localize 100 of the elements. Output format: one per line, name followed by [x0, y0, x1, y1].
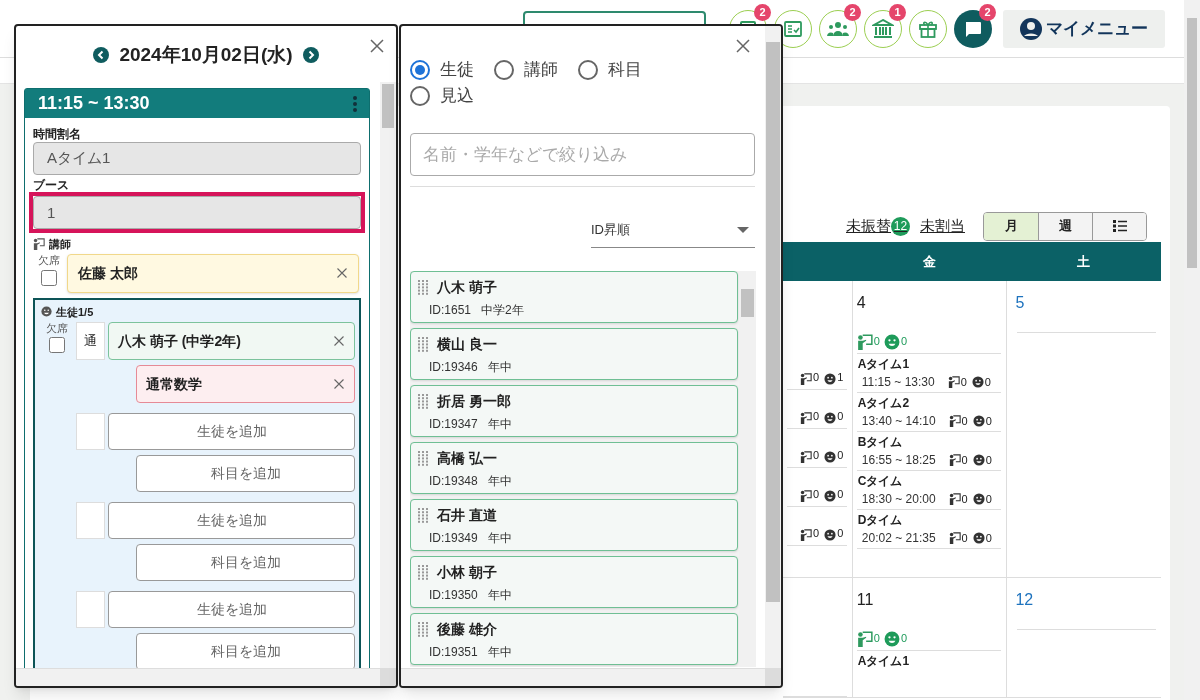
- person-grade: 中学2年: [481, 302, 524, 319]
- list-view-button[interactable]: [1092, 212, 1146, 240]
- person-card[interactable]: 高橋 弘一 ID:19348 年中: [410, 442, 738, 494]
- field-label: ブース: [33, 178, 70, 192]
- count-text: 0: [813, 447, 820, 463]
- remove-icon: [333, 378, 345, 390]
- drag-handle-icon: [418, 337, 429, 352]
- slot-name: Aタイム1: [857, 653, 911, 670]
- chat-button[interactable]: [954, 9, 992, 48]
- radio-option[interactable]: 生徒: [410, 59, 482, 81]
- close-icon: [735, 38, 751, 54]
- previous-day-button[interactable]: [93, 47, 110, 63]
- scrollbar[interactable]: [380, 82, 396, 670]
- link[interactable]: 未割当: [920, 214, 965, 238]
- teacher-icon: [800, 373, 812, 385]
- teacher-icon: [800, 490, 812, 502]
- radio-option[interactable]: 科目: [578, 59, 650, 81]
- add-subject-button[interactable]: 科目を追加: [136, 633, 355, 670]
- close-button[interactable]: [735, 38, 751, 54]
- person-name: 小林 朝子: [437, 563, 497, 582]
- add-student-button[interactable]: 生徒を追加: [108, 502, 355, 539]
- weekday-label: 土: [1077, 252, 1091, 271]
- scrollbar[interactable]: [16, 668, 380, 686]
- scrollbar[interactable]: [765, 26, 781, 670]
- person-card[interactable]: 横山 良一 ID:19346 年中: [410, 328, 738, 380]
- radio-option[interactable]: 見込: [410, 85, 482, 107]
- count-text: 1: [837, 369, 844, 385]
- drag-handle-icon: [418, 394, 429, 409]
- view-tab[interactable]: 月: [984, 212, 1038, 240]
- remove-icon: [336, 267, 348, 279]
- bank-button[interactable]: [864, 9, 902, 48]
- slot-time: 11:15 ~ 13:30: [861, 374, 935, 391]
- add-student-button[interactable]: 生徒を追加: [108, 591, 355, 628]
- person-name: 八木 萌子: [437, 278, 497, 297]
- list-icon: [1112, 220, 1127, 232]
- count-badge: 2: [979, 3, 996, 21]
- student-chip[interactable]: 八木 萌子 (中学2年): [108, 322, 355, 360]
- gift-button[interactable]: [909, 9, 947, 48]
- smiley-icon: [824, 529, 837, 541]
- count-text: 0: [985, 413, 992, 429]
- person-name: 石井 直道: [437, 506, 497, 525]
- my-menu-button[interactable]: マイメニュー: [1003, 9, 1165, 48]
- scrollbar[interactable]: [401, 668, 765, 686]
- link[interactable]: 未振替 12: [846, 214, 910, 238]
- count-text: 0: [837, 525, 844, 541]
- chevron-left-icon: [93, 47, 110, 63]
- subject-chip[interactable]: 通常数学: [136, 365, 355, 403]
- person-id: ID:1651: [429, 302, 472, 319]
- slot-time: 13:40 ~ 14:10: [861, 413, 936, 430]
- drag-handle-icon: [418, 508, 429, 523]
- person-name: 高橋 弘一: [437, 449, 497, 468]
- teacher-icon: [856, 630, 873, 647]
- drag-handle-icon: [418, 451, 429, 466]
- drag-handle-icon: [418, 565, 429, 580]
- absent-checkbox[interactable]: [41, 269, 57, 286]
- slot-name: Aタイム2: [857, 395, 911, 412]
- day-number: 5: [1014, 293, 1026, 313]
- checklist-icon: [783, 18, 803, 39]
- person-card[interactable]: 折居 勇一郎 ID:19347 年中: [410, 385, 738, 437]
- add-subject-button[interactable]: 科目を追加: [136, 455, 355, 492]
- slot-time: 20:02 ~ 21:35: [861, 530, 936, 547]
- slot-name: Aタイム1: [857, 356, 911, 373]
- drag-handle-icon: [418, 280, 429, 295]
- slot-name: Dタイム: [857, 512, 904, 529]
- teacher-icon: [856, 333, 873, 350]
- view-tab[interactable]: 週: [1038, 212, 1092, 240]
- count-text: 0: [873, 334, 880, 350]
- people-button[interactable]: [819, 9, 857, 48]
- dialog-title: 2024年10月02日(水): [119, 42, 293, 67]
- person-card[interactable]: 後藤 雄介 ID:19351 年中: [410, 613, 738, 665]
- teacher-chip[interactable]: 佐藤 太郎: [67, 253, 359, 293]
- kebab-icon: [353, 94, 357, 113]
- count-text: 0: [837, 447, 844, 463]
- slot-time: 11:15 ~ 13:30: [38, 92, 150, 115]
- radio-option[interactable]: 講師: [494, 59, 566, 81]
- sort-select[interactable]: ID昇順: [591, 215, 755, 248]
- absent-checkbox[interactable]: [49, 337, 65, 353]
- teacher-icon: [948, 532, 961, 544]
- teacher-icon: [948, 493, 961, 505]
- teacher-icon: [948, 415, 961, 427]
- smiley-icon: [971, 376, 984, 388]
- person-card[interactable]: 小林 朝子 ID:19350 年中: [410, 556, 738, 608]
- teacher-icon: [800, 451, 812, 463]
- slot-time: 18:30 ~ 20:00: [861, 491, 936, 508]
- type-box[interactable]: 通: [76, 322, 105, 360]
- add-student-button[interactable]: 生徒を追加: [108, 413, 355, 450]
- count-text: 0: [873, 631, 880, 647]
- person-card[interactable]: 八木 萌子 ID:1651 中学2年: [410, 271, 738, 323]
- drag-handle-icon: [418, 622, 429, 637]
- absent-label: 欠席: [46, 322, 68, 335]
- section-label: 生徒1/5: [56, 304, 94, 320]
- search-field[interactable]: 名前・学年などで絞り込み: [410, 133, 755, 176]
- close-button[interactable]: [369, 38, 385, 54]
- smiley-icon: [972, 415, 985, 427]
- add-subject-button[interactable]: 科目を追加: [136, 544, 355, 581]
- person-card[interactable]: 石井 直道 ID:19349 年中: [410, 499, 738, 551]
- chevron-right-icon: [302, 47, 319, 63]
- more-button[interactable]: [353, 94, 357, 113]
- count-text: 0: [961, 452, 968, 468]
- next-day-button[interactable]: [302, 47, 319, 63]
